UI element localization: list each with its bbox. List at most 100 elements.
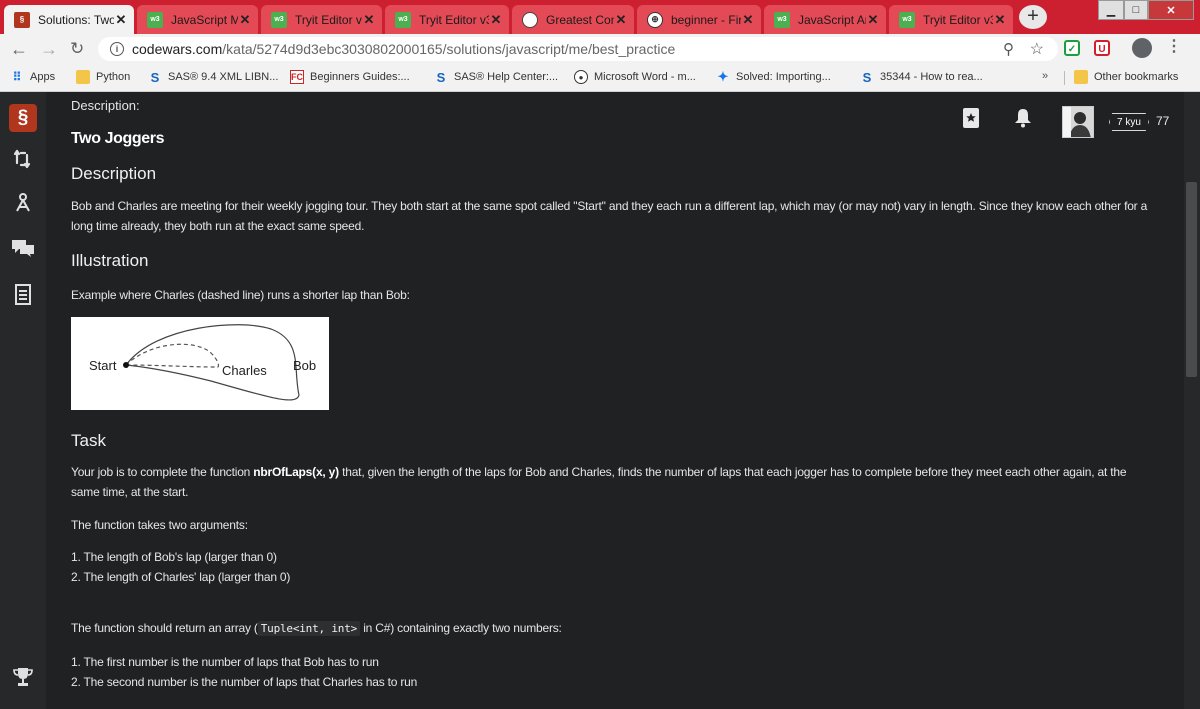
close-icon[interactable]: ✕ bbox=[489, 12, 503, 28]
return-text: The function should return an array ( bbox=[71, 621, 258, 635]
scrollbar-thumb[interactable] bbox=[1186, 182, 1197, 377]
spark-icon: ✦ bbox=[717, 69, 729, 84]
window-close-button[interactable]: ✕ bbox=[1148, 0, 1194, 20]
new-tab-button[interactable]: + bbox=[1019, 5, 1047, 29]
bookmark-sas-xml[interactable]: S SAS® 9.4 XML LIBN... bbox=[148, 69, 279, 85]
docs-icon[interactable] bbox=[0, 284, 46, 306]
notifications-bell-icon[interactable] bbox=[1013, 108, 1033, 133]
kata-description-panel: Description: Two Joggers 7 kyu 77 Descri… bbox=[46, 92, 1184, 709]
arg-item-1: 1. The length of Bob's lap (larger than … bbox=[71, 550, 277, 564]
bookmark-solved-importing[interactable]: ✦ Solved: Importing... bbox=[716, 69, 831, 84]
divider bbox=[1064, 71, 1065, 85]
tab-title: Tryit Editor v3 bbox=[419, 12, 489, 27]
label-bob: Bob bbox=[293, 358, 316, 373]
tab-title: Tryit Editor v3 bbox=[295, 12, 362, 27]
tab-solutions[interactable]: § Solutions: Two ✕ bbox=[4, 5, 134, 34]
url-path: /kata/5274d9d3ebc3030802000165/solutions… bbox=[222, 41, 676, 57]
bookmark-beginners-guides[interactable]: FC Beginners Guides:... bbox=[290, 70, 410, 84]
w3schools-icon: w3 bbox=[395, 11, 411, 28]
close-icon[interactable]: ✕ bbox=[614, 12, 628, 28]
sas-icon: S bbox=[150, 69, 160, 85]
description-label: Description: bbox=[71, 98, 140, 113]
bookmark-label: Beginners Guides:... bbox=[310, 71, 410, 83]
bookmark-star-icon[interactable]: ☆ bbox=[1030, 39, 1044, 59]
codewars-sidebar: § bbox=[0, 92, 46, 709]
account-avatar-icon[interactable] bbox=[1132, 38, 1152, 58]
honor-score[interactable]: 77 bbox=[1156, 114, 1169, 128]
forward-arrow-icon[interactable]: → bbox=[40, 39, 58, 59]
bob-lap-path bbox=[124, 324, 300, 401]
minimize-button[interactable]: ▁ bbox=[1098, 0, 1124, 20]
tab-strip: § Solutions: Two ✕ w3 JavaScript Ma ✕ w3… bbox=[0, 0, 1200, 34]
user-avatar[interactable] bbox=[1062, 106, 1094, 138]
arg-item-2: 2. The length of Charles' lap (larger th… bbox=[71, 570, 291, 584]
codewars-logo-icon[interactable]: § bbox=[0, 104, 46, 132]
section-heading-task: Task bbox=[71, 431, 106, 450]
label-start: Start bbox=[89, 358, 117, 373]
back-arrow-icon[interactable]: ← bbox=[10, 39, 28, 59]
section-heading-illustration: Illustration bbox=[71, 251, 149, 270]
kata-title: Two Joggers bbox=[71, 130, 165, 147]
bookmark-label: Other bookmarks bbox=[1094, 71, 1179, 83]
maximize-button[interactable]: □ bbox=[1124, 0, 1148, 20]
tab-title: Tryit Editor v3 bbox=[923, 12, 993, 27]
tab-tryit-editor-2[interactable]: w3 Tryit Editor v3 ✕ bbox=[385, 5, 509, 34]
bookmark-apps[interactable]: ⠿ Apps bbox=[10, 70, 55, 84]
globe-icon: ⊕ bbox=[647, 11, 663, 28]
bookmark-label: Apps bbox=[30, 71, 56, 83]
bookmark-label: Python bbox=[96, 71, 131, 83]
close-icon[interactable]: ✕ bbox=[238, 12, 252, 28]
section-heading-description: Description bbox=[71, 164, 157, 183]
bookmark-label: SAS® 9.4 XML LIBN... bbox=[168, 71, 279, 83]
practice-icon[interactable] bbox=[0, 192, 46, 214]
tab-beginner[interactable]: ⊕ beginner - Fir ✕ bbox=[637, 5, 761, 34]
bookmark-35344[interactable]: S 35344 - How to rea... bbox=[860, 69, 983, 85]
extension-pocket-icon[interactable]: ✓ bbox=[1064, 40, 1080, 56]
close-icon[interactable]: ✕ bbox=[741, 12, 755, 28]
w3schools-icon: w3 bbox=[899, 11, 915, 28]
bookmark-microsoft-word[interactable]: ● Microsoft Word - m... bbox=[574, 70, 696, 84]
zoom-icon[interactable]: ⚲ bbox=[1003, 40, 1014, 58]
codewars-icon: § bbox=[14, 11, 30, 28]
browser-menu-icon[interactable]: ⋮ bbox=[1166, 36, 1182, 56]
rank-badge[interactable]: 7 kyu bbox=[1109, 113, 1149, 131]
tab-javascript-array[interactable]: w3 JavaScript Ar ✕ bbox=[764, 5, 886, 34]
folder-icon bbox=[1074, 70, 1088, 84]
close-icon[interactable]: ✕ bbox=[114, 12, 128, 28]
args-intro: The function takes two arguments: bbox=[71, 518, 248, 532]
info-icon[interactable]: i bbox=[110, 42, 124, 56]
tab-title: beginner - Fir bbox=[671, 12, 741, 27]
description-paragraph: Bob and Charles are meeting for their we… bbox=[71, 199, 1148, 233]
sas-icon: S bbox=[862, 69, 872, 85]
close-icon[interactable]: ✕ bbox=[866, 12, 880, 28]
more-bookmarks-button[interactable]: » bbox=[1042, 70, 1048, 82]
tab-javascript-math[interactable]: w3 JavaScript Ma ✕ bbox=[137, 5, 258, 34]
bookmark-sas-help[interactable]: S SAS® Help Center:... bbox=[434, 70, 559, 85]
tab-title: Solutions: Two bbox=[38, 12, 114, 27]
tab-greatest-common[interactable]: Greatest Com ✕ bbox=[512, 5, 634, 34]
training-icon[interactable] bbox=[0, 148, 46, 170]
folder-icon bbox=[76, 70, 90, 84]
address-bar[interactable]: i codewars.com/kata/5274d9d3ebc303080200… bbox=[98, 37, 1058, 61]
bookmark-label: Solved: Importing... bbox=[736, 71, 831, 83]
tab-title: JavaScript Ar bbox=[798, 12, 866, 27]
fc-icon: FC bbox=[290, 70, 304, 84]
trophy-icon[interactable] bbox=[0, 666, 46, 688]
bookmark-other[interactable]: Other bookmarks bbox=[1074, 70, 1178, 84]
charles-lap-path bbox=[124, 343, 219, 368]
return-text: in C#) containing exactly two numbers: bbox=[360, 621, 562, 635]
tab-tryit-editor-1[interactable]: w3 Tryit Editor v3 ✕ bbox=[261, 5, 382, 34]
return-item-2: 2. The second number is the number of la… bbox=[71, 675, 418, 689]
close-icon[interactable]: ✕ bbox=[993, 12, 1007, 28]
bookmarks-bar: ⠿ Apps Python S SAS® 9.4 XML LIBN... FC … bbox=[0, 64, 1200, 92]
extension-shield-icon[interactable]: U bbox=[1094, 40, 1110, 56]
url-host: codewars.com bbox=[132, 41, 223, 57]
discuss-icon[interactable] bbox=[0, 238, 46, 258]
bookmark-python[interactable]: Python bbox=[76, 70, 130, 84]
reload-icon[interactable]: ↻ bbox=[70, 39, 84, 59]
bookmark-label: SAS® Help Center:... bbox=[454, 71, 559, 83]
return-item-1: 1. The first number is the number of lap… bbox=[71, 655, 379, 669]
close-icon[interactable]: ✕ bbox=[362, 12, 376, 28]
tab-tryit-editor-3[interactable]: w3 Tryit Editor v3 ✕ bbox=[889, 5, 1013, 34]
bookmark-icon[interactable] bbox=[963, 108, 979, 133]
